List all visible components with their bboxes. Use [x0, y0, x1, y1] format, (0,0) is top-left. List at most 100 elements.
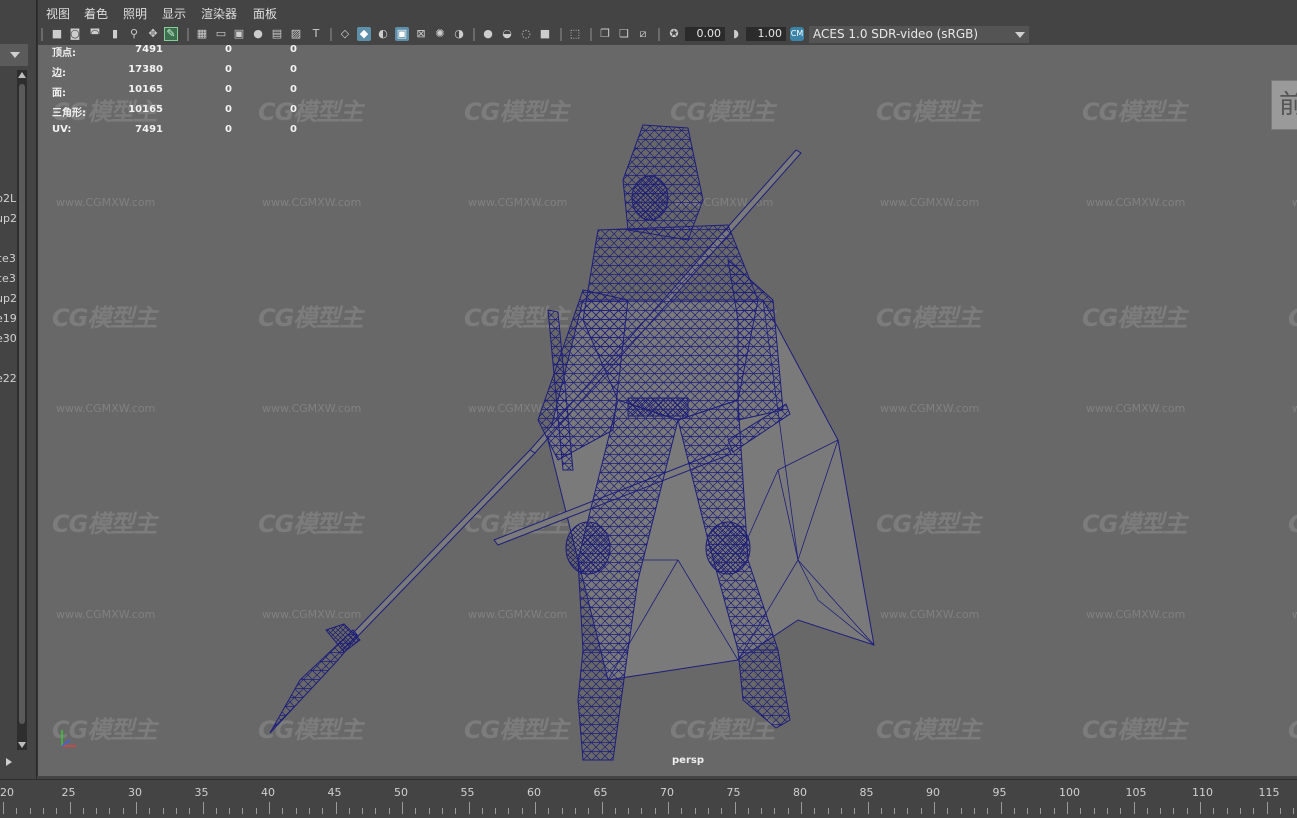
outliner-item[interactable]: ce3 — [0, 272, 16, 285]
exposure-icon[interactable]: ✪ — [667, 27, 681, 41]
safe-action-icon[interactable]: ▨ — [289, 27, 303, 41]
hud-label: 面: — [52, 88, 66, 99]
timeline-tick — [747, 808, 749, 814]
outliner-item[interactable]: e30 — [0, 332, 17, 345]
image-plane-icon[interactable]: ▮ — [108, 27, 122, 41]
ambient-occlusion-icon[interactable]: ● — [481, 27, 495, 41]
timeline-tick — [1239, 808, 1241, 814]
menu-renderer[interactable]: 渲染器 — [201, 5, 237, 22]
menu-shading[interactable]: 着色 — [84, 5, 108, 22]
expand-arrow-icon[interactable] — [6, 758, 12, 766]
view-cube[interactable]: 前 — [1271, 80, 1297, 130]
timeline-tick — [588, 808, 590, 814]
hud-row-uvs: UV: 7491 0 0 — [52, 124, 332, 138]
xray-icon[interactable]: ⊠ — [414, 27, 428, 41]
isolate-select-icon[interactable]: ⬚ — [568, 27, 582, 41]
timeline-tick — [641, 808, 643, 814]
timeline-tick — [1226, 808, 1228, 814]
timeline-tick — [215, 808, 217, 814]
safe-title-icon[interactable]: T — [309, 27, 323, 41]
hud-value: 0 — [290, 84, 297, 95]
timeline-tick — [229, 808, 231, 814]
scroll-up-icon[interactable] — [18, 72, 26, 78]
color-management-icon[interactable]: CM — [790, 27, 804, 41]
menu-show[interactable]: 显示 — [162, 5, 186, 22]
film-gate-icon[interactable]: ▭ — [214, 27, 228, 41]
hud-value: 0 — [290, 64, 297, 75]
timeline-tick — [987, 808, 989, 814]
pencil-icon[interactable]: ✎ — [164, 27, 178, 41]
shadows-icon[interactable]: ◑ — [452, 27, 466, 41]
timeline-tick — [801, 802, 802, 814]
timeline-tick — [734, 802, 736, 814]
depth-of-field-icon[interactable]: ■ — [538, 27, 552, 41]
isolate-icon[interactable]: ⚲ — [127, 27, 141, 41]
outliner-item[interactable]: e19 — [0, 312, 17, 325]
xray-joints-icon[interactable]: ❐ — [598, 27, 612, 41]
backface-icon[interactable]: ⧄ — [636, 27, 650, 41]
time-slider[interactable]: 20 25 30 35 40 45 50 55 60 65 70 75 80 85 90 95 100 105 11… — [0, 779, 1297, 818]
timeline-tick — [668, 802, 669, 814]
scrollbar-thumb[interactable] — [19, 84, 25, 724]
outliner-scrollbar[interactable] — [17, 70, 27, 750]
scroll-down-icon[interactable] — [18, 742, 26, 748]
xform-icon[interactable]: ✥ — [146, 27, 160, 41]
timeline-tick-label: 35 — [194, 786, 209, 799]
timeline-tick — [561, 808, 563, 814]
color-space-select[interactable]: ACES 1.0 SDR-video (sRGB) — [809, 26, 1029, 43]
outliner-dropdown[interactable] — [0, 44, 28, 66]
menu-panels[interactable]: 面板 — [253, 5, 277, 22]
timeline-tick — [960, 808, 962, 814]
timeline-tick — [56, 808, 58, 814]
wireframe-on-shaded-icon[interactable]: ▣ — [395, 27, 409, 41]
wireframe-icon[interactable]: ◇ — [338, 27, 352, 41]
smooth-shade-icon[interactable]: ◆ — [357, 27, 371, 41]
exposure-field[interactable]: 0.00 — [685, 27, 725, 41]
outliner-item[interactable]: p2L — [0, 192, 16, 205]
hud-label: 三角形: — [52, 108, 86, 119]
timeline-tick — [601, 802, 603, 814]
hud-value: 17380 — [128, 64, 163, 75]
timeline-tick-label: 105 — [1125, 786, 1147, 799]
viewport-panel[interactable]: CG模型主 www.CGMXW.com CG模型主 www.CGMXW.com CG模型… — [37, 0, 1297, 776]
left-knee — [565, 521, 611, 575]
timeline-tick — [1200, 802, 1201, 814]
xray-active-icon[interactable]: ❏ — [617, 27, 631, 41]
motion-blur-icon[interactable]: ◒ — [500, 27, 514, 41]
timeline-tick — [654, 808, 656, 814]
timeline-tick-label: 55 — [460, 786, 475, 799]
camera-icon[interactable]: ■ — [50, 27, 64, 41]
timeline-tick — [1213, 808, 1215, 814]
outliner-item[interactable]: up2 — [0, 212, 17, 225]
gamma-field[interactable]: 1.00 — [746, 27, 786, 41]
timeline-tick — [149, 808, 151, 814]
outliner-item[interactable]: ce3 — [0, 252, 16, 265]
resolution-gate-icon[interactable]: ▣ — [232, 27, 246, 41]
field-chart-icon[interactable]: ▤ — [270, 27, 284, 41]
panel-menubar: 视图 着色 照明 显示 渲染器 面板 — [38, 0, 1297, 25]
timeline-tick — [574, 808, 576, 814]
bookmark-icon[interactable]: ◚ — [88, 27, 102, 41]
hud-label: 边: — [52, 68, 66, 79]
color-space-value: ACES 1.0 SDR-video (sRGB) — [813, 27, 979, 41]
timeline-tick — [255, 808, 257, 814]
timeline-tick — [295, 808, 297, 814]
timeline-tick — [335, 802, 337, 814]
anti-aliasing-icon[interactable]: ◌ — [519, 27, 533, 41]
toolbar-separator — [560, 28, 562, 41]
gate-mask-icon[interactable]: ● — [251, 27, 265, 41]
hud-label: 顶点: — [52, 48, 76, 59]
outliner-item[interactable]: up2 — [0, 292, 17, 305]
camera-attributes-icon[interactable]: ◙ — [68, 27, 82, 41]
gamma-icon[interactable]: ◗ — [729, 27, 743, 41]
timeline-tick-label: 45 — [327, 786, 342, 799]
use-all-lights-icon[interactable]: ✺ — [433, 27, 447, 41]
outliner-item[interactable]: e22 — [0, 372, 17, 385]
menu-view[interactable]: 视图 — [46, 5, 70, 22]
default-material-icon[interactable]: ◐ — [376, 27, 390, 41]
menu-lighting[interactable]: 照明 — [123, 5, 147, 22]
grid-icon[interactable]: ▦ — [195, 27, 209, 41]
camera-name: persp — [672, 755, 704, 766]
timeline-tick — [428, 808, 430, 814]
timeline-tick — [1146, 808, 1148, 814]
